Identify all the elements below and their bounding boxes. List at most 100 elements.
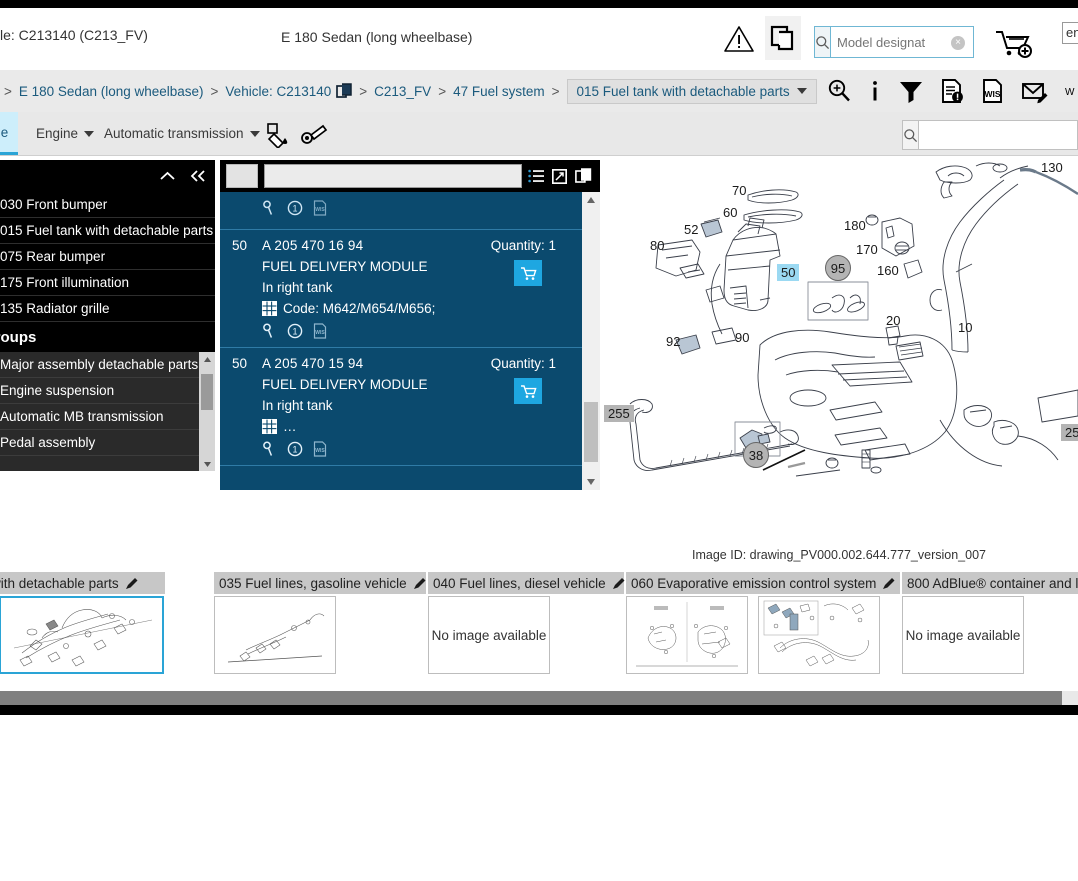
edit-icon[interactable] — [612, 576, 626, 590]
toolbar-search[interactable] — [902, 120, 1078, 150]
callout-52[interactable]: 52 — [684, 222, 698, 237]
callout-160[interactable]: 160 — [877, 263, 899, 278]
table-row[interactable]: 1 WIS — [220, 192, 600, 230]
callout-255[interactable]: 255 — [604, 405, 634, 422]
language-selector[interactable]: en — [1062, 22, 1078, 44]
sidebar-item-175-front-illumination[interactable]: 175 Front illumination — [0, 270, 215, 296]
parts-scroll-thumb[interactable] — [584, 402, 598, 462]
copy-button[interactable] — [765, 16, 801, 60]
callout-170[interactable]: 170 — [856, 242, 878, 257]
callout-70[interactable]: 70 — [732, 183, 746, 198]
scroll-up-icon[interactable] — [199, 352, 215, 366]
thumbstrip-horizontal-scrollbar[interactable] — [0, 691, 1078, 705]
chevron-left-double-icon[interactable] — [189, 169, 207, 183]
sidebar-scrollbar[interactable] — [199, 352, 215, 471]
callout-60[interactable]: 60 — [723, 205, 737, 220]
toolbar-search-input[interactable] — [919, 127, 1078, 143]
callout-38[interactable]: 38 — [743, 442, 769, 468]
vehicle-copy-icon[interactable] — [336, 83, 353, 99]
breadcrumb-item-1[interactable]: Vehicle: C213140 — [225, 84, 331, 99]
info-circle-icon[interactable]: 1 — [287, 323, 303, 339]
thumbnail-tab[interactable]: 035 Fuel lines, gasoline vehicle — [214, 572, 426, 594]
thumbnail-image[interactable] — [0, 596, 164, 674]
thumbnail-item-040[interactable]: 040 Fuel lines, diesel vehicle No image … — [428, 572, 626, 674]
thumbnail-tab[interactable]: 060 Evaporative emission control system — [626, 572, 900, 594]
callout-80[interactable]: 80 — [650, 238, 664, 253]
table-row[interactable]: 50 A 205 470 16 94 FUEL DELIVERY MODULE … — [220, 230, 600, 348]
breadcrumb-item-3[interactable]: 47 Fuel system — [453, 84, 545, 99]
edit-icon[interactable] — [125, 576, 139, 590]
callout-130[interactable]: 130 — [1041, 160, 1063, 175]
sidebar-group-item-pedal-assembly[interactable]: Pedal assembly — [0, 430, 215, 456]
scroll-up-icon[interactable] — [582, 192, 600, 208]
sidebar-group-item-major-assembly[interactable]: Major assembly detachable parts — [0, 352, 215, 378]
clear-icon[interactable]: × — [951, 36, 965, 50]
callout-25[interactable]: 25 — [1061, 424, 1078, 441]
sidebar-group-item-automatic-mb-transmission[interactable]: Automatic MB transmission — [0, 404, 215, 430]
thumbnail-image[interactable]: No image available — [902, 596, 1024, 674]
callout-10[interactable]: 10 — [958, 320, 972, 335]
thumbnail-image[interactable] — [214, 596, 336, 674]
callout-92[interactable]: 92 — [666, 334, 680, 349]
callout-90[interactable]: 90 — [735, 330, 749, 345]
callout-50-selected[interactable]: 50 — [777, 264, 800, 281]
breadcrumb-current-dropdown[interactable]: 015 Fuel tank with detachable parts — [566, 78, 817, 104]
zoom-in-icon[interactable] — [826, 78, 852, 104]
wis-icon[interactable]: WIS — [313, 441, 327, 457]
wis-icon[interactable]: WIS — [313, 200, 327, 216]
w-icon[interactable]: W — [1064, 78, 1076, 104]
filter-icon[interactable] — [898, 78, 924, 104]
sidebar-item-135-radiator-grille[interactable]: 135 Radiator grille — [0, 296, 215, 322]
thumbnail-item-015[interactable]: uel tank with detachable parts — [0, 572, 165, 674]
parts-header-box[interactable] — [226, 164, 258, 188]
breadcrumb-item-2[interactable]: C213_FV — [374, 84, 431, 99]
wis-icon[interactable]: WIS — [313, 323, 327, 339]
thumbnail-image[interactable] — [758, 596, 880, 674]
thumbnail-item-035[interactable]: 035 Fuel lines, gasoline vehicle — [214, 572, 426, 674]
add-to-cart-button[interactable] — [514, 378, 542, 404]
sidebar-item-075-rear-bumper[interactable]: 075 Rear bumper — [0, 244, 215, 270]
thumbnail-tab[interactable]: uel tank with detachable parts — [0, 572, 165, 594]
info-icon[interactable] — [868, 78, 882, 104]
parts-search-input[interactable] — [264, 164, 522, 188]
expand-icon[interactable] — [552, 168, 567, 184]
paint-bucket-icon[interactable] — [266, 122, 294, 148]
breadcrumb-item-0[interactable]: E 180 Sedan (long wheelbase) — [19, 84, 204, 99]
add-to-cart-icon[interactable] — [993, 26, 1035, 60]
copy-icon[interactable] — [575, 168, 592, 184]
info-circle-icon[interactable]: 1 — [287, 441, 303, 457]
parts-list-scrollbar[interactable] — [582, 192, 600, 490]
technical-drawing[interactable]: 70 60 52 80 130 180 170 160 50 95 20 10 … — [600, 160, 1078, 540]
warning-icon[interactable] — [722, 22, 756, 56]
chevron-up-icon[interactable] — [159, 170, 176, 182]
table-row[interactable]: 50 A 205 470 15 94 FUEL DELIVERY MODULE … — [220, 348, 600, 466]
bolt-tool-icon[interactable] — [300, 122, 328, 148]
key-icon[interactable] — [262, 441, 277, 457]
model-search-input[interactable] — [831, 34, 1013, 50]
callout-20[interactable]: 20 — [886, 313, 900, 328]
sidebar-group-item-engine-suspension[interactable]: Engine suspension — [0, 378, 215, 404]
sidebar-item-030-front-bumper[interactable]: 030 Front bumper — [0, 192, 215, 218]
toolbar-tab-vehicle[interactable]: icle — [0, 112, 19, 155]
callout-95[interactable]: 95 — [825, 255, 851, 281]
sidebar-scroll-thumb[interactable] — [201, 374, 213, 410]
thumbnail-image[interactable] — [626, 596, 748, 674]
thumbnail-item-060[interactable]: 060 Evaporative emission control system — [626, 572, 900, 674]
toolbar-menu-transmission[interactable]: Automatic transmission — [104, 112, 260, 155]
edit-icon[interactable] — [882, 576, 896, 590]
list-view-icon[interactable] — [528, 168, 544, 184]
thumbnail-tab[interactable]: 800 AdBlue® container and l — [902, 572, 1078, 594]
sidebar-item-015-fuel-tank[interactable]: 015 Fuel tank with detachable parts — [0, 218, 215, 244]
model-designation-search[interactable]: × — [814, 26, 1013, 58]
edit-icon[interactable] — [413, 576, 427, 590]
wis-document-icon[interactable]: WIS — [981, 78, 1005, 104]
add-to-cart-button[interactable] — [514, 260, 542, 286]
thumbnail-item-800[interactable]: 800 AdBlue® container and l No image ava… — [902, 572, 1078, 674]
callout-180[interactable]: 180 — [844, 218, 866, 233]
thumbnail-image[interactable]: No image available — [428, 596, 550, 674]
key-icon[interactable] — [262, 200, 277, 216]
info-circle-icon[interactable]: 1 — [287, 200, 303, 216]
scroll-down-icon[interactable] — [582, 474, 600, 490]
thumbnail-tab[interactable]: 040 Fuel lines, diesel vehicle — [428, 572, 626, 594]
mail-edit-icon[interactable] — [1021, 78, 1048, 104]
